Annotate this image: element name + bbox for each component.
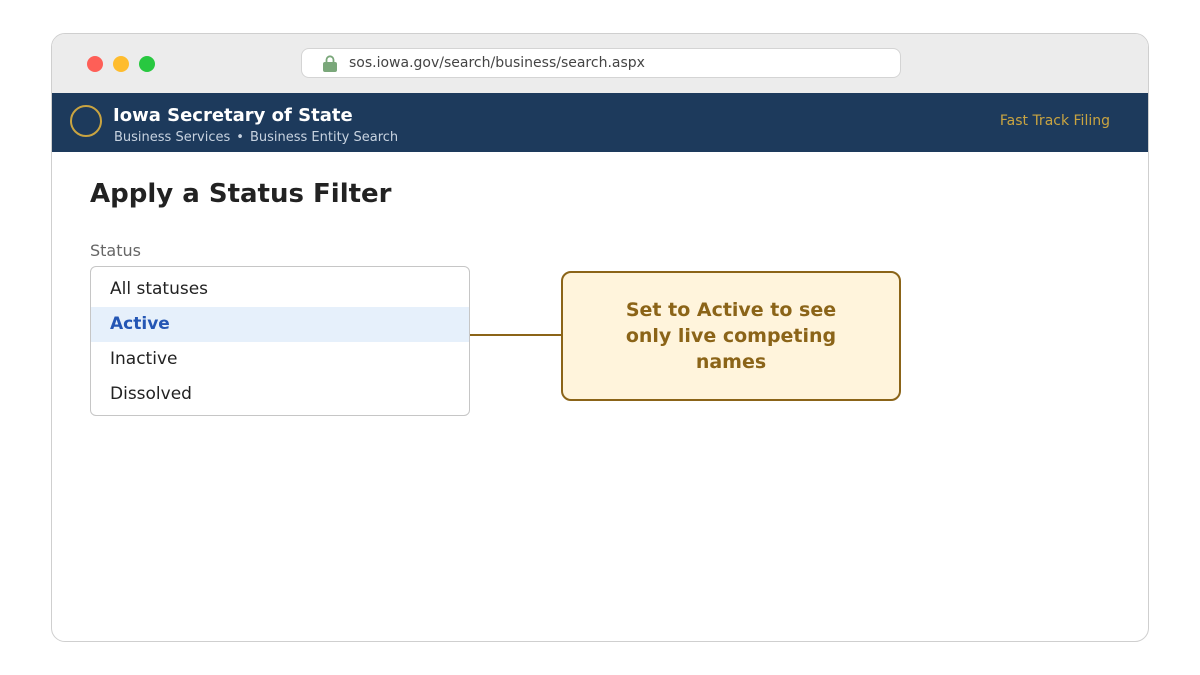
callout-connector [470, 334, 562, 336]
fast-track-filing-link[interactable]: Fast Track Filing [1000, 113, 1110, 129]
url-text[interactable]: sos.iowa.gov/search/business/search.aspx [349, 55, 645, 71]
status-option-dissolved[interactable]: Dissolved [91, 377, 469, 412]
annotation-callout: Set to Active to see only live competing… [561, 271, 901, 401]
state-seal-icon [70, 105, 102, 137]
callout-text: Set to Active to see only live competing… [625, 299, 837, 373]
minimize-dot[interactable] [113, 56, 129, 72]
status-option-inactive[interactable]: Inactive [91, 342, 469, 377]
close-dot[interactable] [87, 56, 103, 72]
status-option-all[interactable]: All statuses [91, 272, 469, 307]
breadcrumb-section[interactable]: Business Services [114, 130, 230, 145]
breadcrumb-separator: • [236, 130, 244, 145]
status-listbox[interactable]: All statuses Active Inactive Dissolved [90, 266, 470, 416]
address-bar[interactable]: sos.iowa.gov/search/business/search.aspx [301, 48, 901, 78]
site-header: Iowa Secretary of State Business Service… [52, 93, 1148, 152]
status-label: Status [90, 241, 141, 260]
lock-icon [323, 55, 337, 72]
breadcrumb: Business Services • Business Entity Search [114, 130, 398, 145]
breadcrumb-page[interactable]: Business Entity Search [250, 130, 398, 145]
browser-toolbar: sos.iowa.gov/search/business/search.aspx [52, 34, 1148, 93]
page-title: Apply a Status Filter [90, 179, 392, 209]
site-title[interactable]: Iowa Secretary of State [113, 105, 353, 126]
browser-window: sos.iowa.gov/search/business/search.aspx… [51, 33, 1149, 642]
status-option-active[interactable]: Active [91, 307, 469, 342]
maximize-dot[interactable] [139, 56, 155, 72]
